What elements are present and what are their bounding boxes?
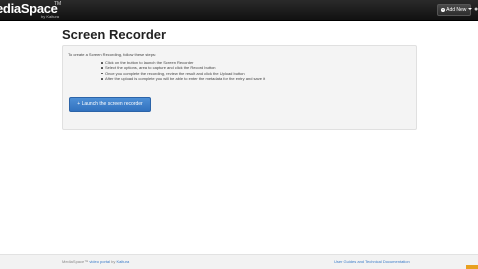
corner-badge [466, 265, 478, 269]
add-new-button[interactable]: + Add New [437, 4, 472, 16]
intro-text: To create a Screen Recording, follow the… [68, 52, 157, 57]
user-guides-link[interactable]: User Guides and Technical Documentation [334, 259, 410, 264]
page-title: Screen Recorder [62, 27, 167, 42]
footer: MediaSpace™ video portal by Kaltura User… [0, 254, 478, 269]
user-icon[interactable]: ● [474, 5, 478, 14]
top-navbar: ediaSpace TM by Kaltura + Add New ● [0, 0, 478, 21]
list-item: After the upload is complete you will be… [101, 76, 265, 81]
logo-by-kaltura: by Kaltura [41, 14, 60, 19]
kaltura-link[interactable]: Kaltura [117, 259, 130, 264]
add-new-label: Add New [446, 7, 467, 13]
video-portal-link[interactable]: video portal [89, 259, 110, 264]
steps-list: Click on the button to launch the Screen… [101, 60, 265, 82]
launch-screen-recorder-button[interactable]: + Launch the screen recorder [69, 97, 151, 112]
caret-down-icon [467, 8, 472, 10]
plus-circle-icon: + [441, 7, 445, 12]
footer-prefix: MediaSpace™ [62, 259, 90, 264]
footer-credits: MediaSpace™ video portal by Kaltura [62, 259, 129, 264]
logo-trademark: TM [54, 1, 62, 7]
instructions-panel: To create a Screen Recording, follow the… [62, 45, 417, 130]
